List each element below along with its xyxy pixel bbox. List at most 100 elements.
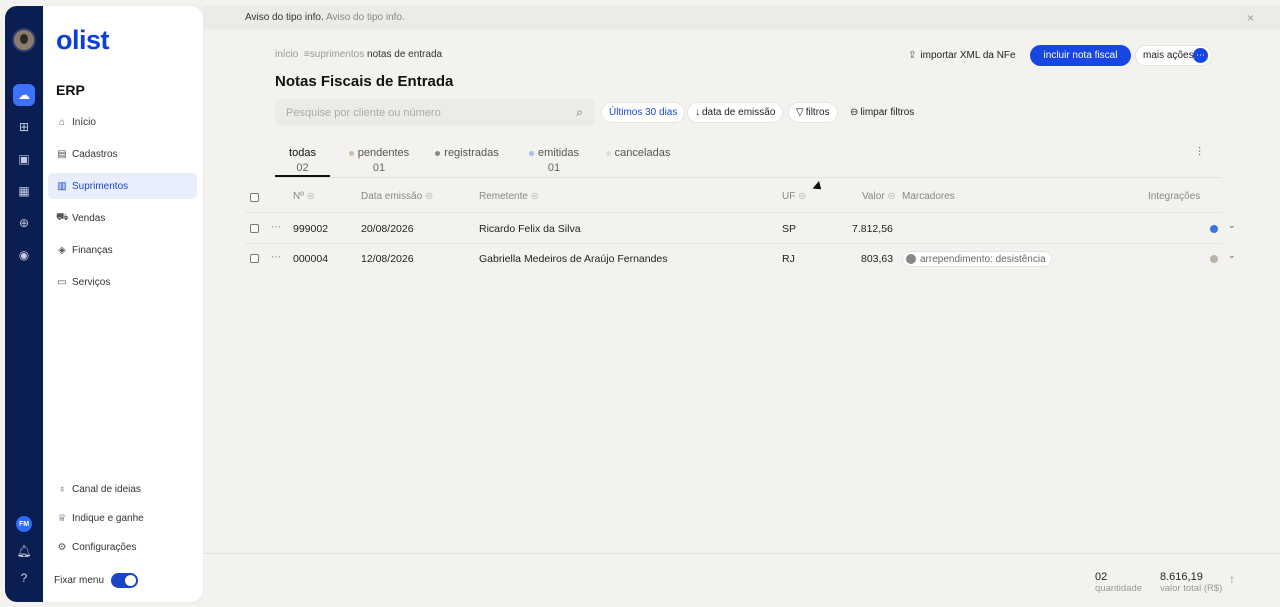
sidebar-item-inicio[interactable]: ⌂ Início [48, 109, 197, 135]
arrow-up-icon[interactable]: ↑ [1229, 572, 1235, 586]
more-dots-icon: ⋯ [1193, 48, 1208, 63]
col-markers: Marcadores [902, 191, 955, 202]
sort-icon: ⊜ [887, 191, 896, 202]
sidebar-item-label: Cadastros [72, 148, 118, 160]
sidebar-item-suprimentos[interactable]: ▥ Suprimentos [48, 173, 197, 199]
lightbulb-icon: ♁ [58, 483, 66, 495]
tab-label: todas [289, 147, 316, 159]
col-uf[interactable]: UF ⊜ [782, 191, 807, 202]
cell-sender: Gabriella Medeiros de Araújo Fernandes [479, 253, 668, 265]
col-number[interactable]: Nº ⊜ [293, 191, 315, 202]
banner-detail: Aviso do tipo info. [326, 12, 405, 23]
cell-date: 12/08/2026 [361, 253, 414, 265]
col-label: Remetente [479, 191, 528, 202]
column-settings-icon[interactable]: ⫶ [1198, 145, 1201, 160]
sort-chip[interactable]: ↓ data de emissão [687, 102, 784, 123]
status-dot [348, 150, 354, 156]
marker-tag[interactable]: arrependimento: desistência [902, 251, 1052, 267]
footer-total: 8.616,19 valor total (R$) [1160, 571, 1222, 594]
sidebar-bottom-nav: ♁ Canal de ideias ♕ Indique e ganhe ⚙ Confi… [48, 476, 197, 563]
tab-canceladas[interactable]: canceladas [603, 147, 673, 159]
cell-sender: Ricardo Felix da Silva [479, 223, 581, 235]
total-value: 8.616,19 [1160, 571, 1203, 583]
search-icon[interactable]: ⌕ [576, 105, 583, 120]
search-input[interactable] [275, 99, 555, 126]
include-invoice-button[interactable]: incluir nota fiscal [1030, 45, 1131, 66]
tab-count: 01 [547, 162, 561, 174]
cart-icon: ⛟ [56, 211, 69, 223]
sidebar-item-vendas[interactable]: ⛟ Vendas [48, 205, 197, 231]
info-banner: Aviso do tipo info. Aviso do tipo info. … [203, 6, 1280, 30]
breadcrumb-home[interactable]: início [275, 49, 298, 60]
erp-app-icon[interactable]: ☁ [13, 84, 35, 106]
breadcrumb-separator-icon: ≡ [301, 49, 310, 60]
tab-registradas[interactable]: registradas [432, 147, 502, 159]
sidebar-item-label: Indique e ganhe [72, 512, 144, 524]
more-actions-button[interactable]: mais ações ⋯ [1135, 45, 1212, 66]
search-box: ⌕ [275, 99, 595, 126]
add-box-icon[interactable]: ⊕ [15, 214, 33, 232]
clipboard-icon: ▥ [57, 180, 67, 192]
fix-menu-toggle[interactable] [111, 573, 139, 588]
olist-logo[interactable]: olist [56, 25, 110, 56]
briefcase-icon: ▭ [57, 276, 67, 288]
cell-number: 000004 [293, 253, 329, 265]
sidebar-item-cadastros[interactable]: ▤ Cadastros [48, 141, 197, 167]
sidebar-item-label: Vendas [72, 212, 106, 224]
sidebar-item-servicos[interactable]: ▭ Serviços [48, 269, 197, 295]
sort-label: data de emissão [702, 107, 776, 118]
import-xml-button[interactable]: ⇪ importar XML da NFe [908, 45, 1016, 66]
clear-filters-button[interactable]: ⊖ limpar filtros [843, 102, 921, 123]
tab-pendentes[interactable]: pendentes 01 [343, 147, 415, 174]
store-icon[interactable]: ⊞ [15, 118, 33, 136]
status-dot [605, 150, 611, 156]
sidebar-item-financas[interactable]: ◈ Finanças [48, 237, 197, 263]
sort-icon: ⊜ [798, 191, 807, 202]
col-sender[interactable]: Remetente ⊜ [479, 191, 539, 202]
help-icon[interactable]: ? [15, 569, 33, 587]
integration-status-dot [1210, 225, 1218, 233]
tab-emitidas[interactable]: emitidas 01 [524, 147, 584, 174]
close-icon[interactable]: × [1247, 11, 1254, 25]
row-checkbox[interactable] [250, 224, 259, 233]
period-filter-chip[interactable]: Últimos 30 dias [601, 102, 686, 123]
col-value[interactable]: Valor ⊜ [862, 191, 896, 202]
finance-icon[interactable]: ◉ [15, 246, 33, 264]
calendar-icon[interactable]: ▦ [15, 182, 33, 200]
tabs-divider [275, 177, 1222, 178]
filters-label: filtros [805, 107, 830, 118]
fix-menu-row: Fixar menu [54, 573, 139, 588]
user-avatar[interactable] [12, 28, 36, 52]
bell-icon[interactable]: 🔔︎ [15, 542, 33, 560]
user-initials-badge[interactable]: FM [16, 516, 32, 532]
chevron-down-icon[interactable]: ⌄ [1228, 250, 1236, 261]
trophy-icon: ♕ [57, 512, 67, 524]
row-checkbox[interactable] [250, 254, 259, 263]
clear-filters-label: limpar filtros [860, 107, 915, 118]
tab-count: 02 [296, 162, 309, 174]
sidebar-item-canal-de-ideias[interactable]: ♁ Canal de ideias [48, 476, 197, 502]
footer-quantity: 02 quantidade [1095, 571, 1142, 594]
col-integrations: Integrações [1148, 191, 1201, 202]
row-divider [245, 243, 1222, 244]
clear-icon: ⊖ [850, 107, 859, 118]
breadcrumb-section[interactable]: suprimentos [310, 49, 364, 60]
total-label: valor total (R$) [1160, 583, 1223, 594]
col-label: UF [782, 191, 796, 202]
row-actions-icon[interactable]: ⋯ [271, 222, 281, 233]
tab-todas[interactable]: todas 02 [275, 147, 330, 177]
module-title: ERP [56, 82, 85, 98]
sidebar-item-label: Suprimentos [72, 180, 129, 192]
col-date[interactable]: Data emissão ⊜ [361, 191, 433, 202]
row-divider [245, 212, 1222, 213]
sidebar-item-configuracoes[interactable]: ⚙ Configurações [48, 534, 197, 560]
sidebar-item-indique-e-ganhe[interactable]: ♕ Indique e ganhe [48, 505, 197, 531]
row-actions-icon[interactable]: ⋯ [271, 252, 281, 263]
status-dot [529, 150, 535, 156]
filters-chip[interactable]: ▽ filtros [788, 102, 838, 123]
cell-value: 7.812,56 [852, 223, 893, 235]
select-all-checkbox[interactable] [250, 193, 259, 202]
chevron-down-icon[interactable]: ⌄ [1228, 220, 1236, 231]
mouse-cursor-icon [812, 180, 825, 194]
package-icon[interactable]: ▣ [15, 150, 33, 168]
